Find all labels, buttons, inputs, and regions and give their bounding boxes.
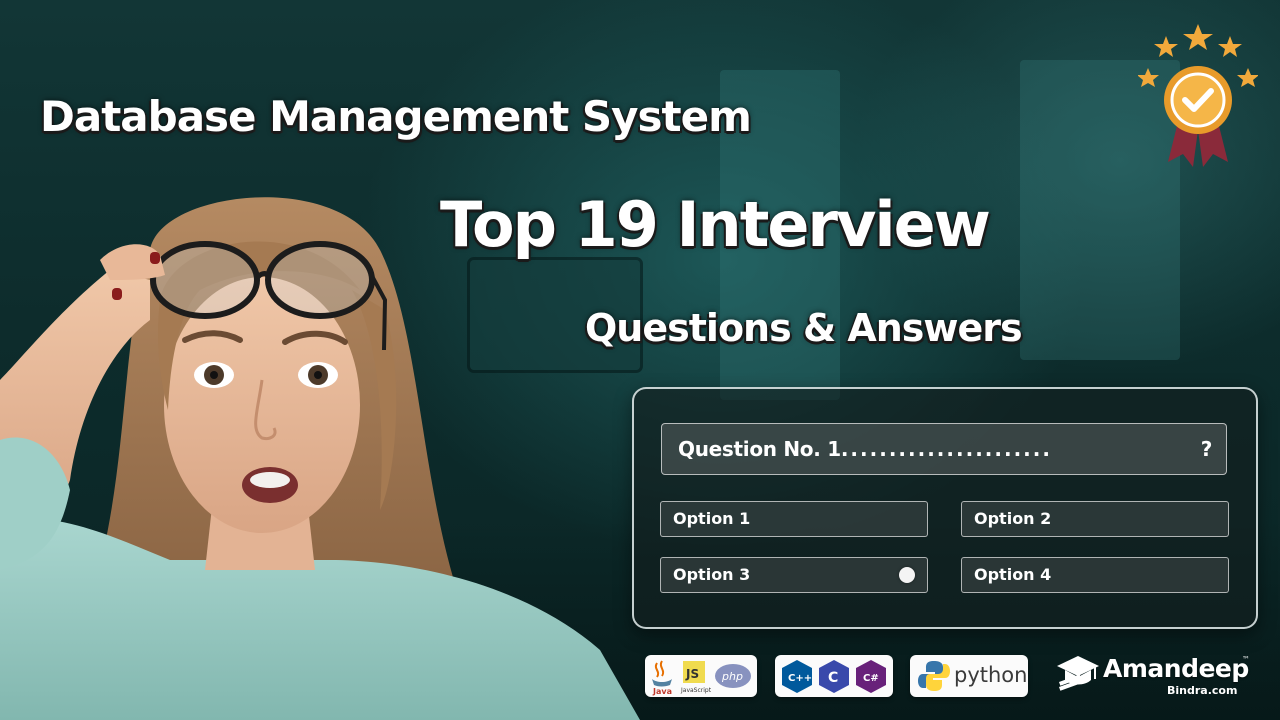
- surprised-woman-image: [0, 197, 640, 720]
- option-4-button[interactable]: Option 4: [961, 557, 1229, 593]
- question-label: Question No. 1......................: [678, 437, 1052, 461]
- java-js-php-logos: Java JS JavaScript php: [645, 655, 757, 697]
- question-dots: ......................: [840, 437, 1052, 461]
- option-2-button[interactable]: Option 2: [961, 501, 1229, 537]
- graduation-cap-logo-icon: [1057, 656, 1099, 691]
- javascript-label: JS: [685, 667, 699, 681]
- php-label: php: [721, 670, 743, 683]
- amandeep-bindra-brand: Amandeep ™ Bindra.com: [1055, 650, 1255, 710]
- option-1-button[interactable]: Option 1: [660, 501, 928, 537]
- selected-radio-icon[interactable]: [899, 567, 915, 583]
- headline-top-19-interview: Top 19 Interview: [440, 188, 991, 261]
- c-label: C: [828, 670, 838, 686]
- java-icon: Java JS JavaScript php: [652, 660, 751, 696]
- python-logo: python: [910, 655, 1028, 697]
- option-label: Option 1: [673, 509, 751, 528]
- java-label: Java: [652, 687, 672, 696]
- c-family-logos: C++ C C#: [775, 655, 893, 697]
- brand-site: Bindra.com: [1167, 684, 1238, 697]
- option-label: Option 2: [974, 509, 1052, 528]
- python-label: python: [954, 663, 1028, 687]
- question-mark: ?: [1200, 437, 1213, 461]
- javascript-caption: JavaScript: [680, 687, 712, 694]
- c-family-icons: C++ C C#: [782, 660, 886, 693]
- question-box: Question No. 1...................... ?: [661, 423, 1227, 475]
- quiz-card: Question No. 1...................... ? O…: [632, 387, 1258, 629]
- question-text: Question No. 1: [678, 437, 841, 461]
- headline-database-management-system: Database Management System: [40, 92, 752, 141]
- python-icon: [918, 661, 950, 691]
- award-badge-icon: [1138, 24, 1258, 167]
- brand-trademark: ™: [1242, 655, 1250, 664]
- csharp-label: C#: [863, 673, 879, 684]
- headline-questions-and-answers: Questions & Answers: [585, 306, 1023, 350]
- cpp-label: C++: [788, 673, 812, 684]
- option-label: Option 4: [974, 565, 1052, 584]
- option-label: Option 3: [673, 565, 751, 584]
- option-3-button[interactable]: Option 3: [660, 557, 928, 593]
- brand-name: Amandeep: [1103, 654, 1249, 683]
